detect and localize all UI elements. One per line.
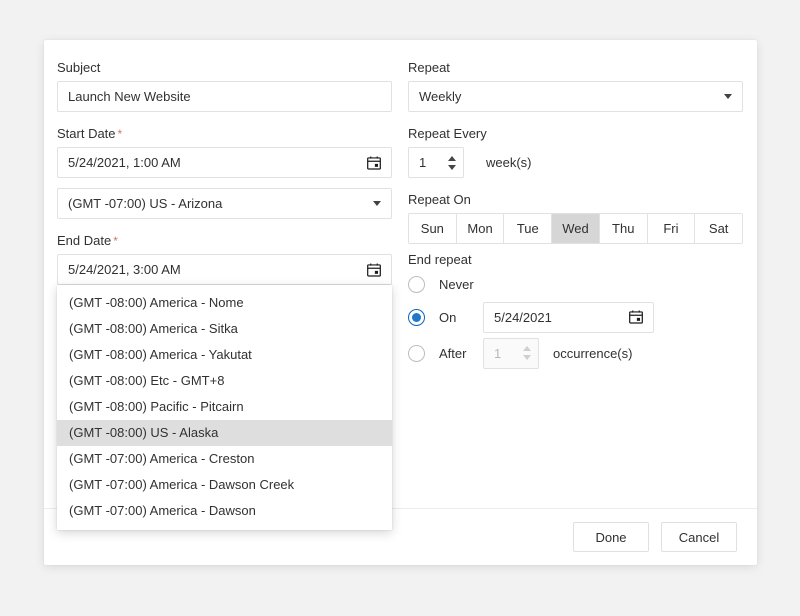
start-date-label-text: Start Date bbox=[57, 126, 116, 141]
chevron-down-icon[interactable] bbox=[373, 201, 381, 206]
radio-never-label: Never bbox=[439, 277, 474, 292]
radio-never[interactable] bbox=[408, 276, 425, 293]
dropdown-option[interactable]: (GMT -08:00) America - Nome bbox=[57, 290, 392, 316]
end-repeat-date-input[interactable]: 5/24/2021 bbox=[483, 302, 654, 333]
dropdown-option[interactable]: (GMT -07:00) America - Dawson Creek bbox=[57, 472, 392, 498]
calendar-icon[interactable] bbox=[367, 156, 381, 170]
radio-on[interactable] bbox=[408, 309, 425, 326]
start-timezone-select[interactable]: (GMT -07:00) US - Arizona bbox=[57, 188, 392, 219]
radio-after[interactable] bbox=[408, 345, 425, 362]
repeat-every-stepper[interactable]: 1 bbox=[408, 147, 464, 178]
day-button-thu[interactable]: Thu bbox=[600, 214, 648, 243]
repeat-every-label: Repeat Every bbox=[408, 126, 743, 142]
repeat-on-label: Repeat On bbox=[408, 192, 743, 208]
end-repeat-label: End repeat bbox=[408, 252, 743, 268]
end-date-value: 5/24/2021, 3:00 AM bbox=[68, 262, 367, 277]
dropdown-option[interactable]: (GMT -08:00) Etc - GMT+8 bbox=[57, 368, 392, 394]
dropdown-option[interactable]: (GMT -08:00) Pacific - Pitcairn bbox=[57, 394, 392, 420]
end-repeat-date-value: 5/24/2021 bbox=[494, 310, 629, 325]
end-repeat-never-row[interactable]: Never bbox=[408, 269, 743, 299]
subject-value: Launch New Website bbox=[68, 89, 381, 104]
end-repeat-occurrences-unit: occurrence(s) bbox=[553, 346, 632, 361]
repeat-every-unit: week(s) bbox=[486, 155, 532, 170]
subject-input[interactable]: Launch New Website bbox=[57, 81, 392, 112]
done-button[interactable]: Done bbox=[573, 522, 649, 552]
end-timezone-dropdown-list[interactable]: (GMT -08:00) America - Nome (GMT -08:00)… bbox=[57, 285, 392, 530]
dropdown-option[interactable]: (GMT -07:00) America - Dawson bbox=[57, 498, 392, 524]
end-date-required-marker: * bbox=[113, 234, 118, 248]
day-button-wed[interactable]: Wed bbox=[552, 214, 600, 243]
calendar-icon[interactable] bbox=[629, 310, 643, 324]
subject-label: Subject bbox=[57, 60, 392, 76]
stepper-increment-icon bbox=[523, 346, 531, 351]
day-button-sun[interactable]: Sun bbox=[409, 214, 457, 243]
end-date-input[interactable]: 5/24/2021, 3:00 AM bbox=[57, 254, 392, 285]
day-button-mon[interactable]: Mon bbox=[457, 214, 505, 243]
repeat-on-day-group: Sun Mon Tue Wed Thu Fri Sat bbox=[408, 213, 743, 244]
stepper-increment-icon[interactable] bbox=[448, 156, 456, 161]
stepper-decrement-icon[interactable] bbox=[448, 165, 456, 170]
calendar-icon[interactable] bbox=[367, 263, 381, 277]
day-button-tue[interactable]: Tue bbox=[504, 214, 552, 243]
radio-on-label: On bbox=[439, 310, 483, 325]
repeat-every-row: 1 week(s) bbox=[408, 147, 743, 178]
radio-after-label: After bbox=[439, 346, 483, 361]
repeat-value: Weekly bbox=[419, 89, 724, 104]
dropdown-option-selected[interactable]: (GMT -08:00) US - Alaska bbox=[57, 420, 392, 446]
dropdown-option[interactable]: (GMT -08:00) America - Sitka bbox=[57, 316, 392, 342]
end-repeat-on-row[interactable]: On 5/24/2021 bbox=[408, 299, 743, 335]
right-column: Repeat Weekly Repeat Every 1 week(s) bbox=[408, 60, 743, 371]
start-timezone-value: (GMT -07:00) US - Arizona bbox=[68, 196, 373, 211]
cancel-button[interactable]: Cancel bbox=[661, 522, 737, 552]
repeat-label: Repeat bbox=[408, 60, 743, 76]
end-repeat-occurrences-value: 1 bbox=[494, 346, 523, 361]
chevron-down-icon[interactable] bbox=[724, 94, 732, 99]
repeat-select[interactable]: Weekly bbox=[408, 81, 743, 112]
end-date-label: End Date* bbox=[57, 233, 392, 249]
end-repeat-occurrences-stepper: 1 bbox=[483, 338, 539, 369]
end-date-label-text: End Date bbox=[57, 233, 111, 248]
dropdown-option[interactable]: (GMT -08:00) America - Yakutat bbox=[57, 342, 392, 368]
start-date-required-marker: * bbox=[118, 127, 123, 141]
radio-on-dot bbox=[412, 313, 421, 322]
start-date-input[interactable]: 5/24/2021, 1:00 AM bbox=[57, 147, 392, 178]
end-repeat-after-row[interactable]: After 1 occurrence(s) bbox=[408, 335, 743, 371]
stepper-arrows-disabled bbox=[523, 346, 534, 360]
stepper-arrows[interactable] bbox=[448, 156, 459, 170]
day-button-sat[interactable]: Sat bbox=[695, 214, 742, 243]
start-date-value: 5/24/2021, 1:00 AM bbox=[68, 155, 367, 170]
stepper-decrement-icon bbox=[523, 355, 531, 360]
start-date-label: Start Date* bbox=[57, 126, 392, 142]
day-button-fri[interactable]: Fri bbox=[648, 214, 696, 243]
repeat-every-value: 1 bbox=[419, 155, 448, 170]
dropdown-option[interactable]: (GMT -07:00) America - Creston bbox=[57, 446, 392, 472]
